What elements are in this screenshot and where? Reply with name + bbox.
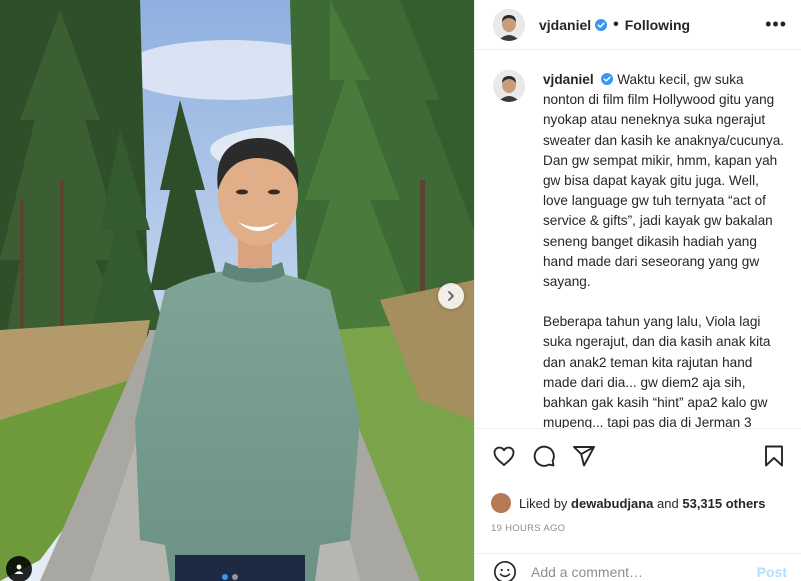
save-button[interactable]	[761, 443, 787, 469]
following-button[interactable]: Following	[625, 17, 690, 33]
post-details-pane: vjdaniel • Following ••• vjdaniel Waktu …	[474, 0, 801, 581]
caption-paragraph-1: Waktu kecil, gw suka nonton di film film…	[543, 72, 785, 290]
author-avatar[interactable]	[493, 8, 525, 41]
post-actions: Liked by dewabudjana and 53,315 others 1…	[475, 428, 801, 534]
comment-button[interactable]	[531, 443, 557, 469]
bookmark-icon	[765, 445, 783, 467]
liker-avatar[interactable]	[491, 493, 511, 513]
likes-prefix: Liked by	[519, 495, 568, 511]
likes-conjunction: and	[657, 495, 679, 511]
next-slide-button[interactable]	[438, 283, 464, 309]
like-button[interactable]	[491, 443, 517, 469]
share-button[interactable]	[571, 443, 597, 469]
more-options-button[interactable]: •••	[765, 14, 787, 35]
caption-text: vjdaniel Waktu kecil, gw suka nonton di …	[543, 70, 787, 428]
author-username[interactable]: vjdaniel	[539, 17, 591, 33]
heart-icon	[493, 446, 515, 466]
likes-summary: Liked by dewabudjana and 53,315 others	[491, 493, 787, 513]
comment-input[interactable]	[531, 563, 757, 580]
caption-author-avatar[interactable]	[493, 70, 525, 102]
post-comment-button[interactable]: Post	[757, 564, 787, 580]
post-photo[interactable]	[0, 0, 474, 581]
post-header: vjdaniel • Following •••	[475, 0, 801, 50]
comments-section[interactable]: vjdaniel Waktu kecil, gw suka nonton di …	[475, 70, 801, 428]
share-icon	[573, 446, 595, 467]
carousel-dot-active	[222, 574, 228, 580]
chevron-right-icon	[448, 291, 454, 301]
user-tag-icon	[14, 564, 24, 574]
tagged-users-button[interactable]	[6, 556, 32, 581]
likes-count-link[interactable]: 53,315 others	[682, 496, 765, 511]
caption: vjdaniel Waktu kecil, gw suka nonton di …	[493, 70, 787, 428]
verified-icon	[595, 18, 608, 31]
emoji-icon[interactable]	[493, 560, 517, 581]
header-separator: •	[613, 15, 619, 33]
carousel-indicator	[222, 574, 238, 580]
comment-composer: Post	[475, 553, 801, 581]
avatar-image	[493, 8, 525, 41]
comment-icon	[533, 445, 555, 467]
caption-paragraph-2: Beberapa tahun yang lalu, Viola lagi suk…	[543, 314, 771, 428]
liker-username[interactable]: dewabudjana	[571, 496, 653, 511]
caption-username[interactable]: vjdaniel	[543, 72, 594, 87]
photo-image	[0, 0, 474, 581]
avatar-image	[493, 70, 525, 102]
verified-icon	[601, 73, 614, 85]
carousel-dot	[232, 574, 238, 580]
post-timestamp[interactable]: 19 HOURS AGO	[491, 523, 787, 534]
action-icons	[491, 441, 787, 471]
